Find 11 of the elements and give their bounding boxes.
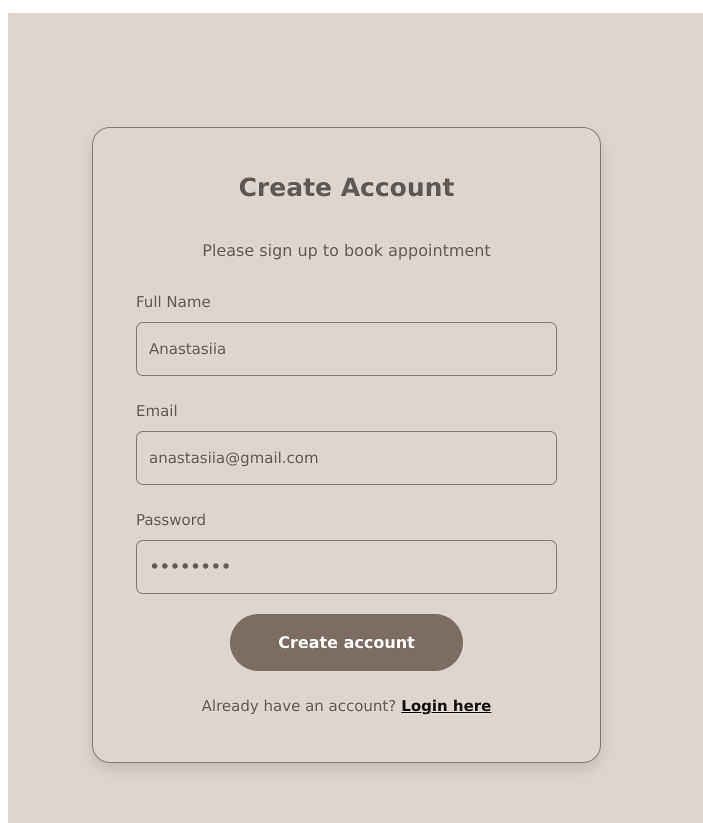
email-field[interactable]: anastasiia@gmail.com (136, 431, 557, 485)
field-label: Password (136, 510, 206, 531)
form-title: Create Account (238, 172, 456, 204)
password-field[interactable]: •••••••• (136, 540, 557, 594)
login-prompt: Already have an account? (202, 696, 396, 717)
field-label: Email (136, 401, 178, 422)
form-subtitle: Please sign up to book appointment (201, 240, 492, 262)
login-link[interactable]: Login here (401, 695, 492, 717)
create-account-button[interactable]: Create account (230, 614, 463, 671)
name-field[interactable]: Anastasiia (136, 322, 557, 376)
field-label: Full Name (136, 292, 211, 313)
